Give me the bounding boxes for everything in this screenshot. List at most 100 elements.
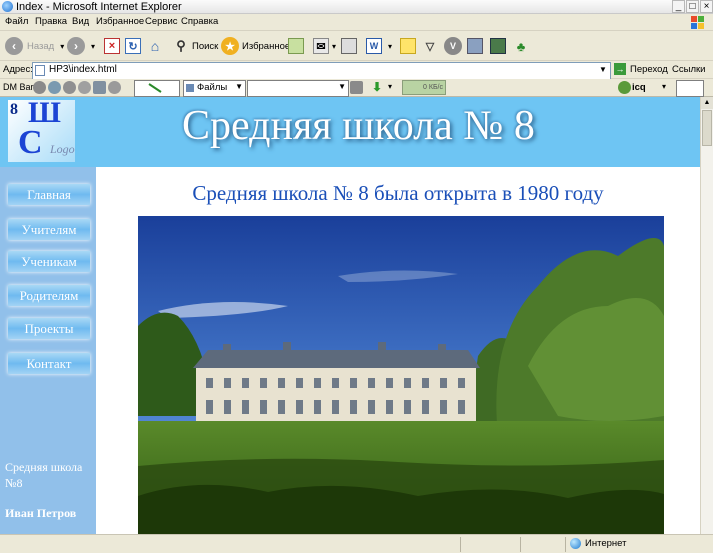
sidebar: Главная Учителям Ученикам Родителям Прое… (0, 167, 96, 534)
minimize-button[interactable]: _ (672, 0, 685, 13)
stop-button[interactable]: × (104, 36, 120, 56)
dm-settings-icon[interactable] (63, 81, 76, 94)
go-label: Переход (630, 63, 668, 75)
page-icon (35, 65, 45, 76)
chevron-down-icon[interactable]: ▼ (597, 64, 609, 76)
dm-url-input[interactable]: ▼ (247, 80, 349, 97)
address-input[interactable]: HP3\index.html ▼ (32, 62, 611, 80)
address-value: HP3\index.html (49, 64, 117, 75)
back-button[interactable]: ‹ Назад ▾ (5, 36, 64, 56)
windows-logo-icon (691, 16, 704, 29)
nav-projects[interactable]: Проекты (8, 318, 90, 339)
contacts-button[interactable]: ♣ (513, 36, 529, 56)
menu-file[interactable]: Файл (5, 16, 28, 27)
dm-download-icon[interactable] (48, 81, 61, 94)
mail-icon: ✉ (313, 38, 329, 54)
star-icon: ★ (221, 37, 239, 55)
dm-download-arrow-icon[interactable]: ⬇ (372, 80, 382, 94)
dm-files-select[interactable]: Файлы ▼ (183, 80, 246, 97)
security-zone: Интернет (570, 538, 626, 549)
icq-button[interactable]: icq (632, 82, 646, 93)
school-logo: 8 Ш С Logo (8, 97, 75, 162)
address-bar: Адрес: HP3\index.html ▼ → Переход Ссылки (0, 61, 713, 80)
dm-list-icon[interactable] (108, 81, 121, 94)
nav-teachers[interactable]: Учителям (8, 219, 90, 240)
print-button[interactable] (341, 36, 357, 56)
menu-view[interactable]: Вид (72, 16, 89, 27)
back-arrow-icon: ‹ (5, 37, 23, 55)
chevron-down-icon[interactable]: ▾ (388, 82, 392, 91)
messenger-button[interactable] (490, 36, 506, 56)
word-icon: W (366, 38, 382, 54)
banner-title: Средняя школа № 8 (182, 103, 535, 149)
menu-bar: Файл Правка Вид Избранное Сервис Справка (0, 14, 713, 31)
links-button[interactable]: Ссылки (672, 64, 705, 75)
history-button[interactable] (288, 36, 304, 56)
school-photo (138, 216, 664, 534)
dm-status-box[interactable] (134, 80, 180, 97)
nav-students[interactable]: Ученикам (8, 251, 90, 272)
history-icon (288, 38, 304, 54)
close-button[interactable]: × (700, 0, 713, 13)
edit-button[interactable]: W ▾ (366, 36, 392, 56)
toolbar: ‹ Назад ▾ › ▾ × ↻ ⌂ ⚲ Поиск ★ Избранное … (0, 31, 713, 61)
title-bar: Index - Microsoft Internet Explorer _ □ … (0, 0, 713, 14)
refresh-icon: ↻ (125, 38, 141, 54)
menu-help[interactable]: Справка (181, 16, 218, 27)
refresh-button[interactable]: ↻ (125, 36, 141, 56)
address-label: Адрес: (3, 64, 33, 75)
dm-status-icon (148, 83, 162, 93)
zone-label: Интернет (585, 538, 627, 549)
tools-button[interactable] (467, 36, 483, 56)
dm-globe-icon[interactable] (33, 81, 46, 94)
menu-edit[interactable]: Правка (35, 16, 67, 27)
home-icon: ⌂ (150, 38, 160, 54)
chevron-down-icon: ▾ (60, 41, 65, 51)
search-button[interactable]: ⚲ Поиск (173, 36, 218, 56)
filter-button[interactable]: ▽ (422, 36, 438, 56)
go-button[interactable]: → Переход (614, 63, 668, 75)
forward-button[interactable]: › ▾ (67, 36, 95, 56)
mail-button[interactable]: ✉ ▾ (313, 36, 336, 56)
chevron-down-icon: ▾ (388, 41, 393, 51)
back-label: Назад (27, 40, 55, 52)
icq-flower-icon (618, 81, 631, 94)
chevron-down-icon: ▼ (338, 82, 346, 91)
notes-button[interactable] (400, 36, 416, 56)
dm-window-icon[interactable] (93, 81, 106, 94)
shield-icon: V (444, 37, 462, 55)
logo-letter-s: С (18, 124, 43, 161)
page-heading: Средняя школа № 8 была открыта в 1980 го… (192, 181, 604, 205)
note-icon (400, 38, 416, 54)
chevron-down-icon[interactable]: ▾ (662, 82, 666, 91)
logo-small-text: Logo (50, 142, 75, 156)
dm-search-icon[interactable] (350, 81, 363, 94)
nav-parents[interactable]: Родителям (8, 285, 90, 306)
favorites-label: Избранное (242, 40, 291, 52)
nav-home[interactable]: Главная (8, 184, 90, 205)
menu-favorites[interactable]: Избранное (96, 16, 144, 27)
sidebar-school-name: Средняя школа №8 (5, 460, 83, 490)
chevron-down-icon: ▾ (91, 41, 96, 51)
plugin-button[interactable]: V (444, 36, 462, 56)
messenger-icon (490, 38, 506, 54)
search-icon: ⚲ (176, 38, 186, 53)
funnel-icon: ▽ (425, 40, 435, 53)
scroll-up-icon[interactable]: ▲ (701, 97, 713, 109)
window-title: Index - Microsoft Internet Explorer (16, 1, 182, 13)
globe-icon (570, 538, 581, 549)
sidebar-author-name: Иван Петров (5, 506, 77, 520)
dm-folder-icon[interactable] (78, 81, 91, 94)
go-arrow-icon: → (614, 63, 626, 75)
print-icon (341, 38, 357, 54)
maximize-button[interactable]: □ (686, 0, 699, 13)
menu-tools[interactable]: Сервис (145, 16, 178, 27)
forward-arrow-icon: › (67, 37, 85, 55)
dm-extra-input[interactable] (676, 80, 704, 97)
vertical-scrollbar[interactable]: ▲ (700, 97, 713, 534)
dm-files-label: Файлы (197, 82, 228, 93)
favorites-button[interactable]: ★ Избранное (221, 36, 290, 56)
nav-contact[interactable]: Контакт (8, 353, 90, 374)
scroll-thumb[interactable] (702, 110, 712, 146)
home-button[interactable]: ⌂ (147, 36, 163, 56)
